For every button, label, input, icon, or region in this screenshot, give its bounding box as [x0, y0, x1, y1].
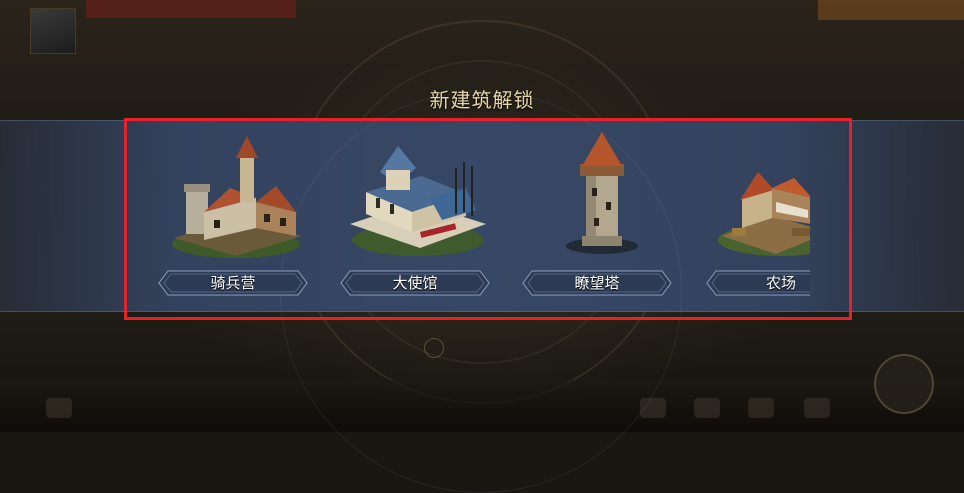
- top-right-strip: [818, 0, 964, 20]
- toolbar-icon-4: [804, 398, 830, 418]
- toolbar-icon-2: [694, 398, 720, 418]
- top-status-strip: [86, 0, 296, 18]
- chat-icon: [46, 398, 72, 418]
- toolbar-icon-3: [748, 398, 774, 418]
- annotation-highlight-box: [124, 118, 852, 320]
- world-map-button: [874, 354, 934, 414]
- avatar: [30, 8, 76, 54]
